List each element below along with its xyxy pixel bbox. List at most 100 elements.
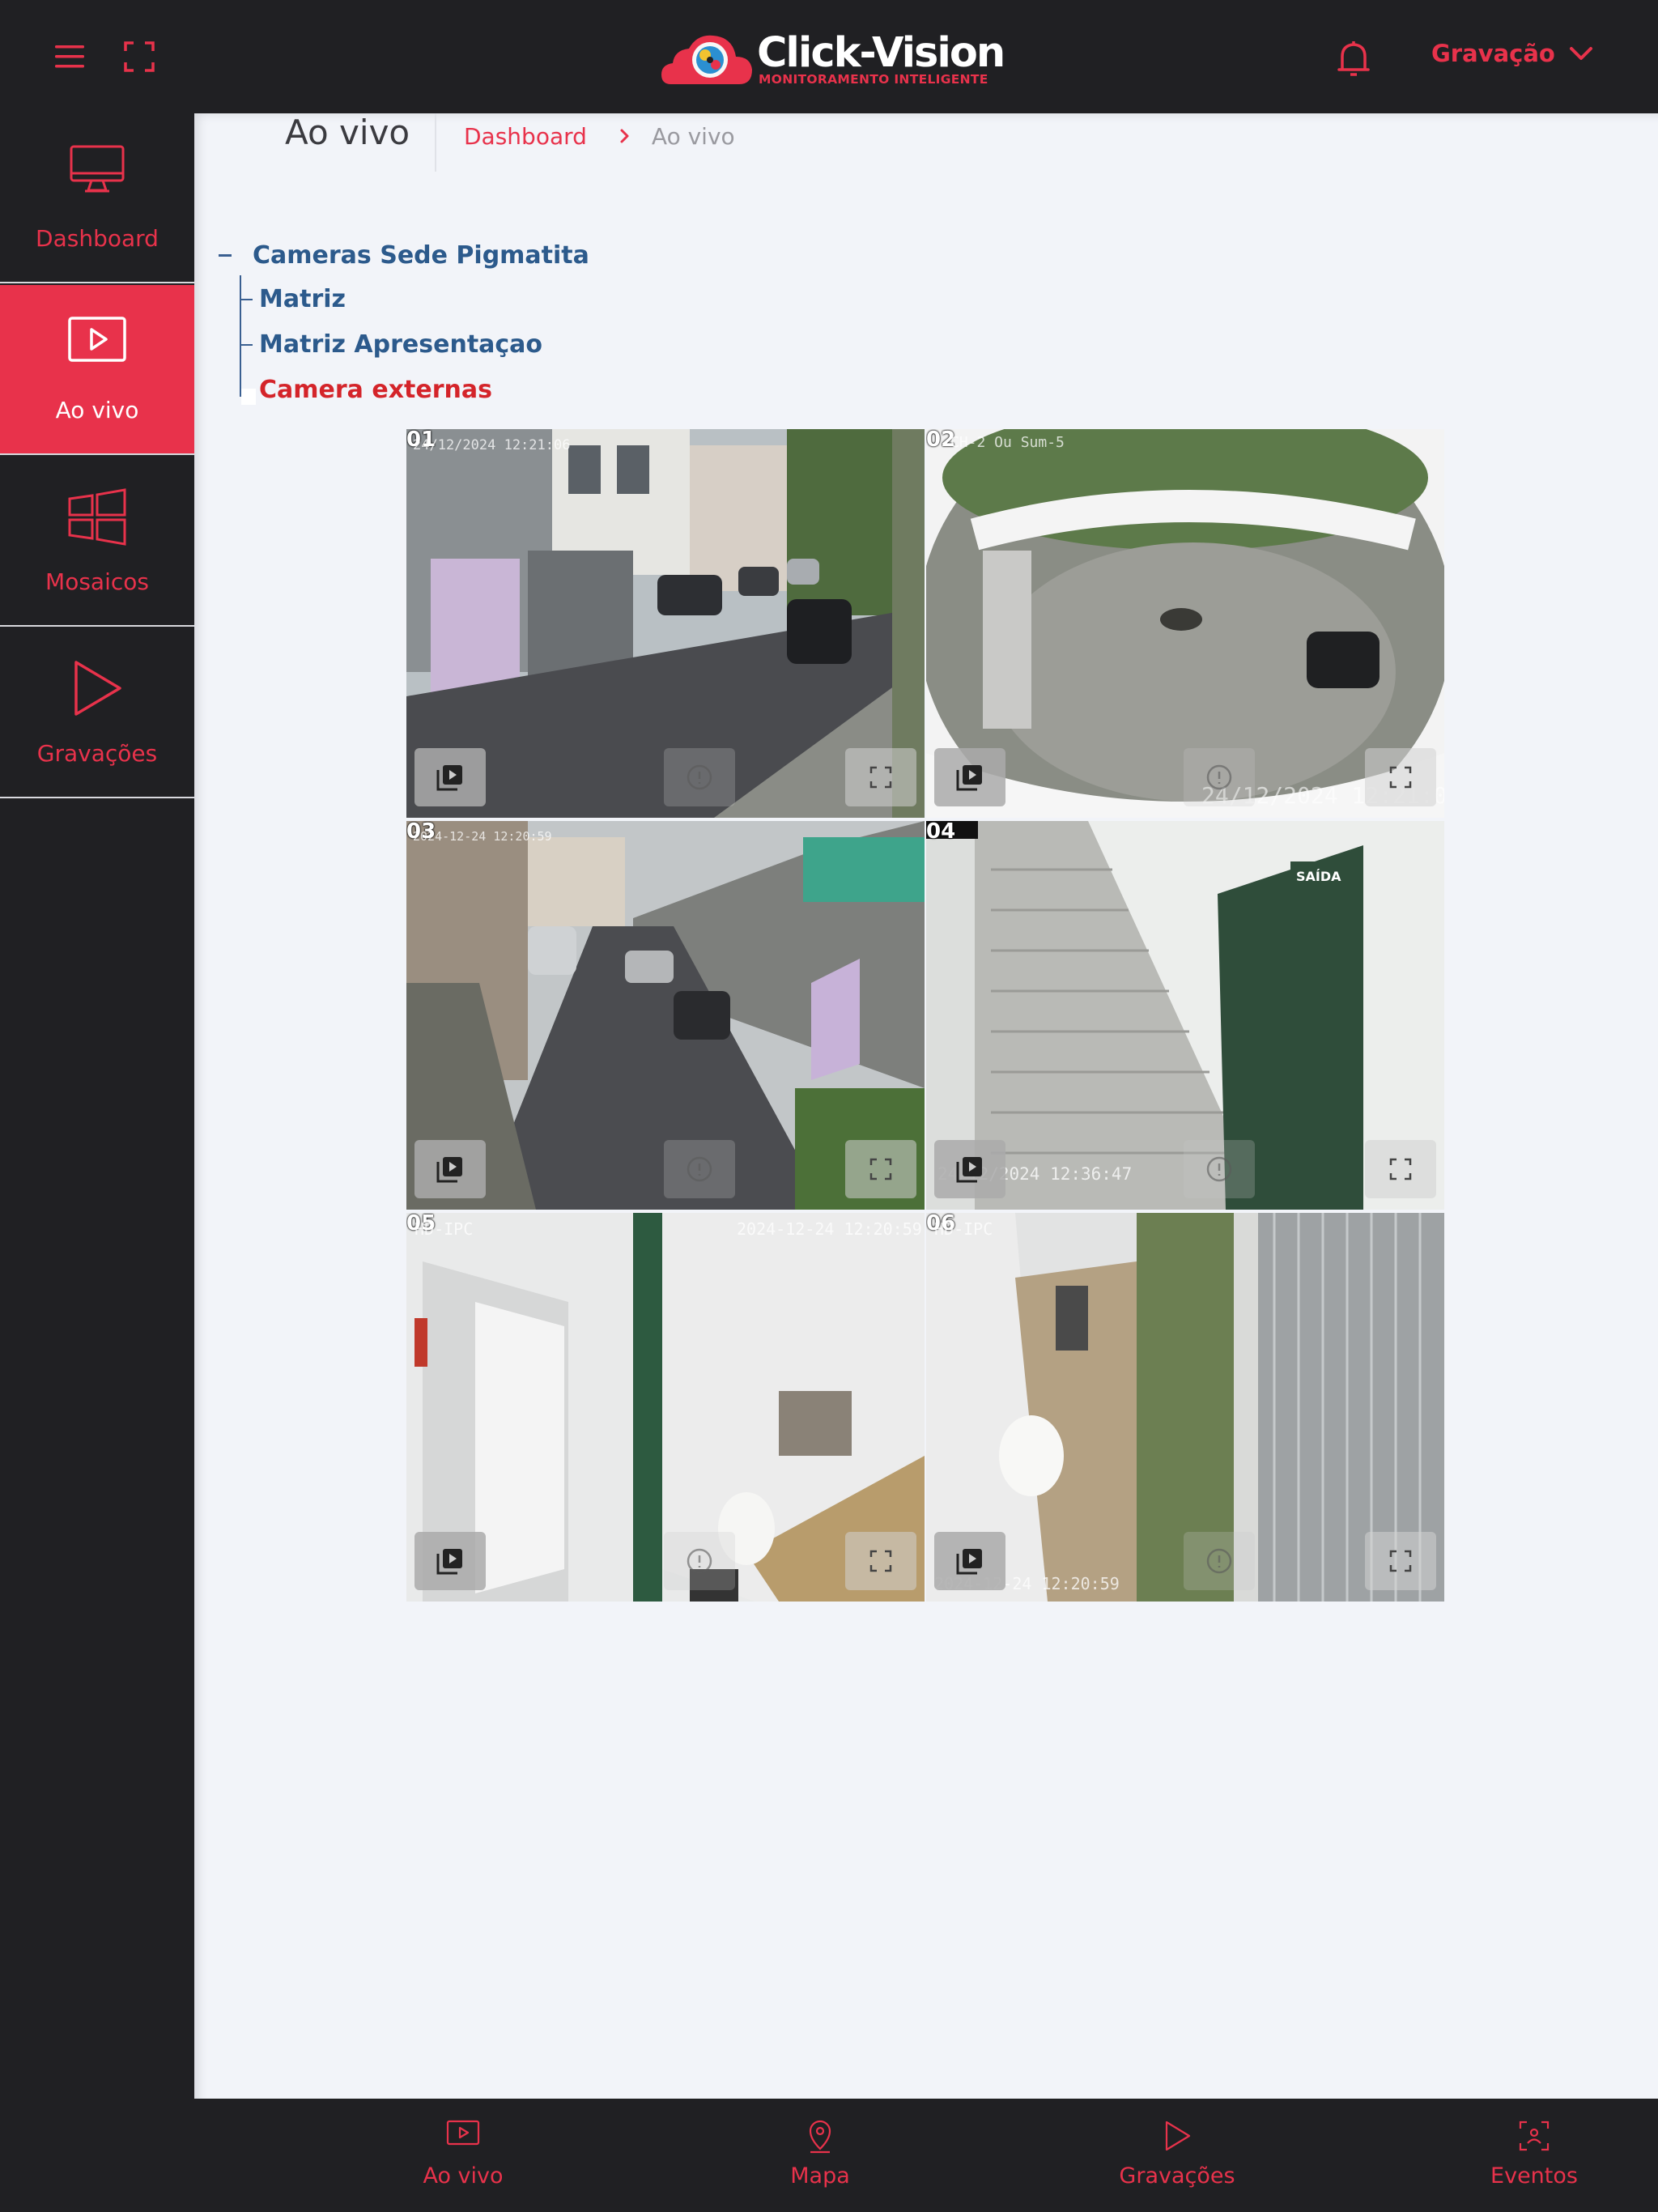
sidebar: Dashboard Ao vivo Mosaicos Gravações <box>0 113 194 2212</box>
sidebar-item-gravacoes[interactable]: Gravações <box>0 628 194 798</box>
info-button[interactable] <box>664 748 735 806</box>
info-button[interactable] <box>1184 1532 1255 1590</box>
fullscreen-button[interactable] <box>845 748 916 806</box>
camera-overlay-label: CH-2 Ou Sum-5 <box>950 434 1065 451</box>
info-icon <box>1206 1156 1232 1182</box>
camera-tile-04[interactable]: SAÍDA 04 24/12/2024 12:36:47 <box>926 821 1444 1210</box>
breadcrumb: Dashboard Ao vivo <box>464 121 735 151</box>
hamburger-menu-icon[interactable] <box>53 42 86 71</box>
video-library-icon <box>436 765 462 791</box>
tree-root-label: Cameras Sede Pigmatita <box>253 241 589 270</box>
recording-menu-label: Gravação <box>1431 40 1555 67</box>
playback-button[interactable] <box>414 748 486 806</box>
recording-menu[interactable]: Gravação <box>1431 36 1594 71</box>
video-library-icon <box>956 1549 982 1575</box>
bottom-nav: Ao vivo Mapa Gravações Eventos <box>194 2099 1658 2212</box>
tree-item-matriz[interactable]: Matriz <box>240 285 346 313</box>
fullscreen-icon <box>1389 766 1412 789</box>
tree-item-camera-externas[interactable]: Camera externas <box>240 376 492 404</box>
camera-number: 04 <box>926 821 956 844</box>
svg-text:SAÍDA: SAÍDA <box>1296 869 1341 884</box>
breadcrumb-dashboard-link[interactable]: Dashboard <box>464 123 587 150</box>
fullscreen-button[interactable] <box>845 1140 916 1198</box>
camera-overlay-label: HD-IPC <box>414 1219 474 1239</box>
playback-button[interactable] <box>934 1532 1005 1590</box>
fullscreen-icon <box>869 1550 892 1572</box>
fullscreen-icon <box>869 1158 892 1180</box>
video-library-icon <box>436 1157 462 1183</box>
info-icon <box>1206 764 1232 790</box>
logo-title: Click-Vision <box>757 29 1005 77</box>
tree-root-cameras-sede-pigmatita[interactable]: Cameras Sede Pigmatita <box>219 241 589 270</box>
info-button[interactable] <box>1184 1140 1255 1198</box>
top-bar: Click-Vision MONITORAMENTO INTELIGENTE G… <box>0 0 1658 113</box>
logo-tagline: MONITORAMENTO INTELIGENTE <box>759 72 988 87</box>
play-icon <box>1165 2121 1191 2151</box>
camera-overlay-label: HD-IPC <box>934 1219 993 1239</box>
camera-timestamp: 24/12/2024 12:21:06 <box>413 437 571 453</box>
breadcrumb-current: Ao vivo <box>651 122 735 150</box>
chevron-right-icon <box>620 129 629 143</box>
tree-marker <box>241 389 256 405</box>
bottom-nav-ao-vivo[interactable]: Ao vivo <box>342 2099 585 2212</box>
info-icon <box>687 1548 712 1574</box>
info-icon <box>687 1156 712 1182</box>
chevron-down-icon <box>1569 47 1592 60</box>
tree-item-label: Camera externas <box>259 376 492 404</box>
bottom-nav-gravacoes[interactable]: Gravações <box>1056 2099 1299 2212</box>
info-button[interactable] <box>664 1140 735 1198</box>
playback-button[interactable] <box>934 1140 1005 1198</box>
bottom-nav-eventos[interactable]: Eventos <box>1413 2099 1656 2212</box>
playback-button[interactable] <box>934 748 1005 806</box>
sidebar-item-dashboard[interactable]: Dashboard <box>0 113 194 283</box>
sidebar-item-label: Dashboard <box>36 225 159 252</box>
fullscreen-icon <box>1389 1550 1412 1572</box>
monitor-icon <box>70 145 125 193</box>
camera-timestamp: 2024-12-24 12:20:59 <box>413 829 552 844</box>
windows-grid-icon <box>68 488 126 546</box>
fullscreen-button[interactable] <box>1365 1532 1436 1590</box>
face-scan-icon <box>1519 2121 1550 2151</box>
sidebar-item-mosaicos[interactable]: Mosaicos <box>0 457 194 627</box>
sidebar-item-label: Ao vivo <box>55 397 139 423</box>
camera-tile-03[interactable]: 03 2024-12-24 12:20:59 <box>406 821 925 1210</box>
bottom-nav-label: Ao vivo <box>423 2163 504 2189</box>
info-icon <box>687 764 712 790</box>
bell-icon[interactable] <box>1336 39 1371 79</box>
map-pin-icon <box>809 2120 831 2154</box>
camera-tile-05[interactable]: 05 HD-IPC 2024-12-24 12:20:59 <box>406 1213 925 1602</box>
info-button[interactable] <box>1184 748 1255 806</box>
bottom-nav-label: Mapa <box>790 2163 850 2189</box>
play-screen-icon <box>446 2120 480 2146</box>
fullscreen-button[interactable] <box>1365 1140 1436 1198</box>
click-vision-logo[interactable]: Click-Vision MONITORAMENTO INTELIGENTE <box>660 29 1016 89</box>
camera-tile-01[interactable]: 01 24/12/2024 12:21:06 <box>406 429 925 818</box>
fullscreen-icon[interactable] <box>123 40 155 73</box>
tree-item-label: Matriz <box>259 285 346 313</box>
sidebar-item-label: Mosaicos <box>45 568 149 595</box>
tree-item-matriz-apresentacao[interactable]: Matriz Apresentaçao <box>240 330 542 359</box>
camera-tile-06[interactable]: 06 HD-IPC 2024-12-24 12:20:59 <box>926 1213 1444 1602</box>
camera-grid: 01 24/12/2024 12:21:06 02 CH-2 Ou Sum-5 … <box>406 429 1444 1602</box>
fullscreen-button[interactable] <box>1365 748 1436 806</box>
playback-button[interactable] <box>414 1140 486 1198</box>
bottom-nav-label: Eventos <box>1490 2163 1578 2189</box>
play-icon <box>74 661 121 716</box>
tree-item-label: Matriz Apresentaçao <box>259 330 543 359</box>
play-screen-icon <box>68 317 126 362</box>
bottom-nav-mapa[interactable]: Mapa <box>699 2099 942 2212</box>
playback-button[interactable] <box>414 1532 486 1590</box>
video-library-icon <box>956 765 982 791</box>
info-icon <box>1206 1548 1232 1574</box>
collapse-icon[interactable] <box>219 254 232 257</box>
fullscreen-icon <box>1389 1158 1412 1180</box>
fullscreen-icon <box>869 766 892 789</box>
sidebar-item-ao-vivo[interactable]: Ao vivo <box>0 285 194 455</box>
sidebar-item-label: Gravações <box>36 740 158 767</box>
camera-timestamp: 2024-12-24 12:20:59 <box>737 1219 922 1239</box>
camera-tile-02[interactable]: 02 CH-2 Ou Sum-5 24/12/2024 12:21:05 <box>926 429 1444 818</box>
page-title: Ao vivo <box>285 113 410 152</box>
info-button[interactable] <box>664 1532 735 1590</box>
video-library-icon <box>436 1549 462 1575</box>
fullscreen-button[interactable] <box>845 1532 916 1590</box>
